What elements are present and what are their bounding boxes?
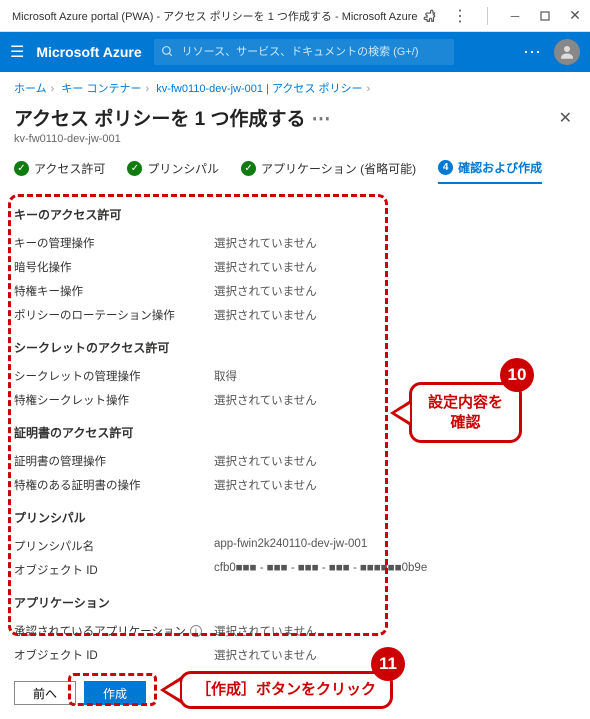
review-row: 特権のある証明書の操作選択されていません — [14, 473, 576, 497]
section-title-secret-perms: シークレットのアクセス許可 — [14, 339, 576, 356]
check-icon: ✓ — [14, 161, 29, 176]
review-row: オブジェクト ID選択されていません — [14, 643, 576, 667]
minimize-icon[interactable]: ─ — [508, 9, 522, 23]
callout-text: ［作成］ボタンをクリック — [196, 681, 376, 698]
review-row: ポリシーのローテーション操作選択されていません — [14, 303, 576, 327]
review-row: キーの管理操作選択されていません — [14, 231, 576, 255]
more-icon[interactable]: ⋯ — [311, 109, 330, 130]
brand-label[interactable]: Microsoft Azure — [36, 44, 141, 60]
back-button[interactable]: 前へ — [14, 681, 76, 705]
review-row: 承認されているアプリケーションi選択されていません — [14, 619, 576, 643]
callout-10: 設定内容を 確認 10 — [390, 382, 522, 443]
footer-actions: 前へ 作成 ［作成］ボタンをクリック 11 — [0, 667, 590, 719]
breadcrumb-item[interactable]: キー コンテナー — [61, 83, 141, 95]
page-header: アクセス ポリシーを 1 つ作成する⋯ kv-fw0110-dev-jw-001… — [0, 100, 590, 155]
menu-dots-icon[interactable]: ⋮ — [453, 9, 467, 23]
callout-number-badge: 10 — [500, 358, 534, 392]
hamburger-icon[interactable]: ☰ — [10, 42, 24, 62]
step-application[interactable]: ✓アプリケーション (省略可能) — [241, 159, 416, 184]
create-button[interactable]: 作成 — [84, 681, 146, 705]
separator — [487, 7, 488, 25]
close-icon[interactable]: ✕ — [568, 9, 582, 23]
callout-text: 確認 — [451, 414, 481, 431]
review-row: プリンシパル名app-fwin2k240110-dev-jw-001 — [14, 534, 576, 558]
step-current-icon: 4 — [438, 160, 453, 175]
breadcrumb-item[interactable]: kv-fw0110-dev-jw-001 | アクセス ポリシー — [156, 83, 362, 95]
page-title: アクセス ポリシーを 1 つ作成する⋯ — [14, 104, 555, 131]
review-row: 暗号化操作選択されていません — [14, 255, 576, 279]
callout-arrow-icon — [160, 676, 182, 704]
search-icon — [161, 45, 174, 58]
page-subtitle: kv-fw0110-dev-jw-001 — [14, 133, 555, 145]
check-icon: ✓ — [127, 161, 142, 176]
check-icon: ✓ — [241, 161, 256, 176]
extension-icon[interactable] — [423, 9, 437, 23]
review-row: 証明書の管理操作選択されていません — [14, 449, 576, 473]
breadcrumb-item[interactable]: ホーム — [14, 83, 47, 95]
step-permissions[interactable]: ✓アクセス許可 — [14, 159, 105, 184]
callout-arrow-icon — [390, 399, 412, 427]
review-row: オブジェクト IDcfb0■■■ - ■■■ - ■■■ - ■■■ - ■■■… — [14, 558, 576, 582]
maximize-icon[interactable] — [538, 9, 552, 23]
browser-title-bar: Microsoft Azure portal (PWA) - アクセス ポリシー… — [0, 0, 590, 32]
step-review[interactable]: 4確認および作成 — [438, 159, 542, 184]
window-title: Microsoft Azure portal (PWA) - アクセス ポリシー… — [8, 8, 423, 24]
search-wrap — [154, 39, 511, 65]
section-title-key-perms: キーのアクセス許可 — [14, 206, 576, 223]
close-blade-icon[interactable]: ✕ — [555, 104, 576, 132]
section-title-principal: プリンシパル — [14, 509, 576, 526]
section-title-application: アプリケーション — [14, 594, 576, 611]
info-icon[interactable]: i — [190, 625, 202, 637]
callout-text: 設定内容を — [428, 394, 503, 411]
avatar[interactable] — [554, 39, 580, 65]
azure-top-bar: ☰ Microsoft Azure ⋯ — [0, 32, 590, 72]
step-principal[interactable]: ✓プリンシパル — [127, 159, 219, 184]
review-row: 特権キー操作選択されていません — [14, 279, 576, 303]
callout-11: ［作成］ボタンをクリック 11 — [160, 671, 393, 709]
wizard-steps: ✓アクセス許可 ✓プリンシパル ✓アプリケーション (省略可能) 4確認および作… — [0, 155, 590, 192]
more-actions-icon[interactable]: ⋯ — [523, 42, 542, 63]
callout-number-badge: 11 — [371, 647, 405, 681]
search-input[interactable] — [154, 39, 454, 65]
breadcrumb: ホーム› キー コンテナー› kv-fw0110-dev-jw-001 | アク… — [0, 72, 590, 100]
